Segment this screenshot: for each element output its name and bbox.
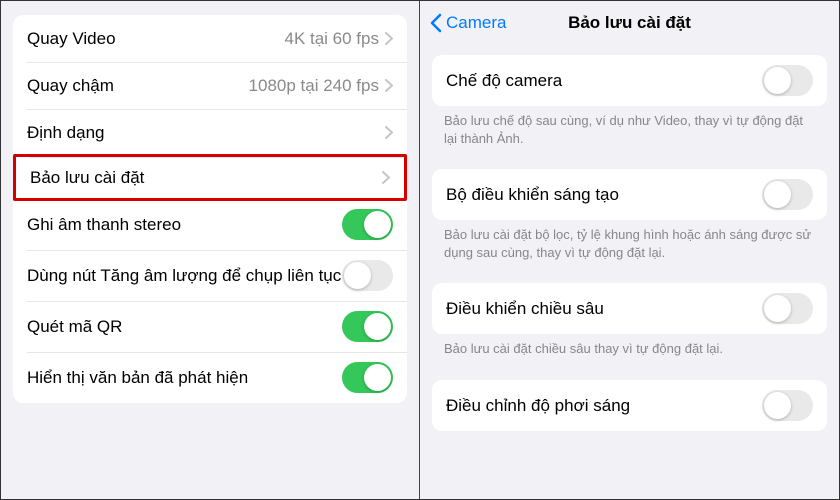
nav-title: Bảo lưu cài đặt bbox=[568, 13, 691, 33]
group-depth-control: Điều khiển chiều sâu bbox=[432, 283, 827, 334]
row-label: Hiển thị văn bản đã phát hiện bbox=[27, 367, 342, 388]
row-label: Điều chỉnh độ phơi sáng bbox=[446, 395, 762, 416]
chevron-left-icon bbox=[430, 13, 442, 33]
row-detected-text: Hiển thị văn bản đã phát hiện bbox=[13, 352, 407, 403]
back-button[interactable]: Camera bbox=[430, 13, 506, 33]
chevron-right-icon bbox=[385, 126, 393, 139]
row-label: Quét mã QR bbox=[27, 316, 342, 337]
row-value: 4K tại 60 fps bbox=[284, 29, 379, 49]
camera-settings-screen: Quay Video 4K tại 60 fps Quay chậm 1080p… bbox=[1, 1, 420, 499]
screenshot-container: Quay Video 4K tại 60 fps Quay chậm 1080p… bbox=[0, 0, 840, 500]
row-slo-mo[interactable]: Quay chậm 1080p tại 240 fps bbox=[13, 62, 407, 109]
row-label: Quay Video bbox=[27, 28, 284, 49]
toggle-scan-qr[interactable] bbox=[342, 311, 393, 342]
camera-settings-group: Quay Video 4K tại 60 fps Quay chậm 1080p… bbox=[13, 15, 407, 403]
caption-camera-mode: Bảo lưu chế độ sau cùng, ví dụ như Video… bbox=[420, 106, 839, 163]
toggle-camera-mode[interactable] bbox=[762, 65, 813, 96]
row-label: Ghi âm thanh stereo bbox=[27, 214, 342, 235]
row-camera-mode: Chế độ camera bbox=[432, 55, 827, 106]
row-depth-control: Điều khiển chiều sâu bbox=[432, 283, 827, 334]
group-exposure: Điều chỉnh độ phơi sáng bbox=[432, 380, 827, 431]
row-creative-controls: Bộ điều khiển sáng tạo bbox=[432, 169, 827, 220]
toggle-volume-burst[interactable] bbox=[342, 260, 393, 291]
row-exposure: Điều chỉnh độ phơi sáng bbox=[432, 380, 827, 431]
toggle-detected-text[interactable] bbox=[342, 362, 393, 393]
group-creative-controls: Bộ điều khiển sáng tạo bbox=[432, 169, 827, 220]
row-record-video[interactable]: Quay Video 4K tại 60 fps bbox=[13, 15, 407, 62]
row-stereo-audio: Ghi âm thanh stereo bbox=[13, 199, 407, 250]
preserve-settings-screen: Camera Bảo lưu cài đặt Chế độ camera Bảo… bbox=[420, 1, 839, 499]
group-camera-mode: Chế độ camera bbox=[432, 55, 827, 106]
row-preserve-settings[interactable]: Bảo lưu cài đặt bbox=[13, 154, 407, 201]
back-label: Camera bbox=[446, 13, 506, 33]
row-value: 1080p tại 240 fps bbox=[249, 76, 379, 96]
toggle-exposure[interactable] bbox=[762, 390, 813, 421]
row-label: Quay chậm bbox=[27, 75, 249, 96]
chevron-right-icon bbox=[385, 32, 393, 45]
nav-header: Camera Bảo lưu cài đặt bbox=[420, 1, 839, 45]
row-formats[interactable]: Định dạng bbox=[13, 109, 407, 156]
row-label: Định dạng bbox=[27, 122, 385, 143]
row-label: Dùng nút Tăng âm lượng để chụp liên tục bbox=[27, 265, 342, 286]
toggle-creative-controls[interactable] bbox=[762, 179, 813, 210]
row-label: Điều khiển chiều sâu bbox=[446, 298, 762, 319]
chevron-right-icon bbox=[382, 171, 390, 184]
toggle-depth-control[interactable] bbox=[762, 293, 813, 324]
caption-depth-control: Bảo lưu cài đặt chiều sâu thay vì tự độn… bbox=[420, 334, 839, 374]
row-scan-qr: Quét mã QR bbox=[13, 301, 407, 352]
caption-creative-controls: Bảo lưu cài đặt bộ lọc, tỷ lệ khung hình… bbox=[420, 220, 839, 277]
row-volume-burst: Dùng nút Tăng âm lượng để chụp liên tục bbox=[13, 250, 407, 301]
chevron-right-icon bbox=[385, 79, 393, 92]
toggle-stereo-audio[interactable] bbox=[342, 209, 393, 240]
row-label: Bộ điều khiển sáng tạo bbox=[446, 184, 762, 205]
row-label: Chế độ camera bbox=[446, 70, 762, 91]
row-label: Bảo lưu cài đặt bbox=[30, 167, 382, 188]
